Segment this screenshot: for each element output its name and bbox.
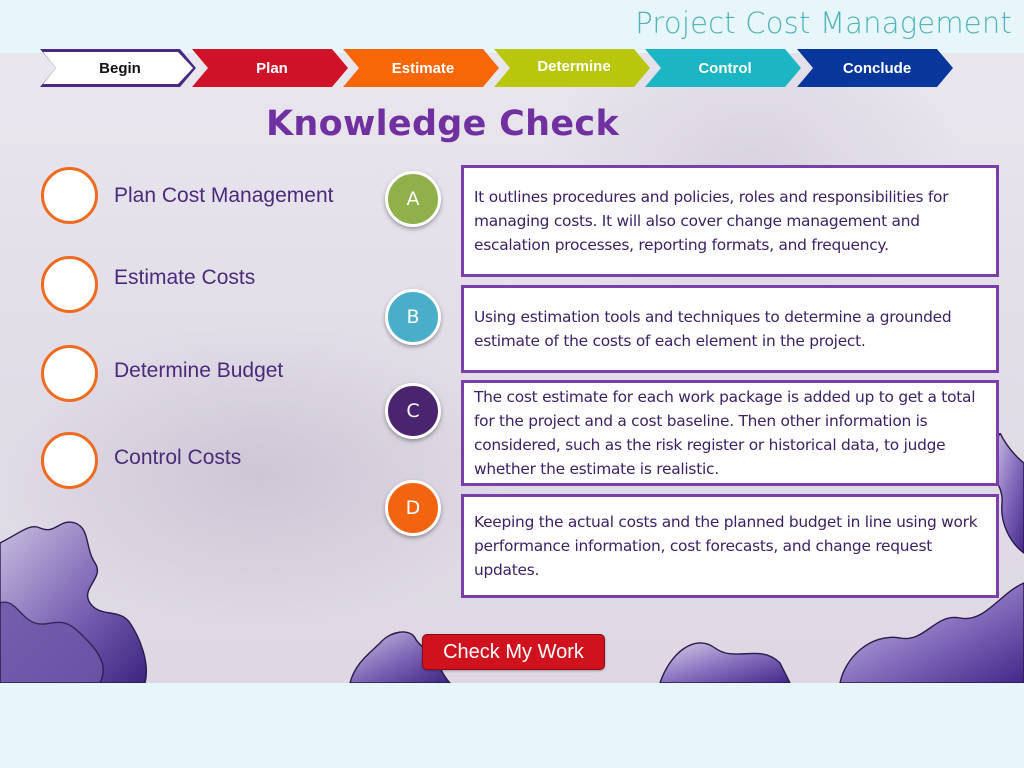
term-row: Estimate Costs [41, 256, 255, 313]
drop-target-circle[interactable] [41, 167, 98, 224]
nav-step-control[interactable]: Control [645, 49, 801, 87]
definition-text: The cost estimate for each work package … [474, 388, 976, 478]
drop-target-circle[interactable] [41, 432, 98, 489]
puzzle-decoration-left-icon [0, 521, 147, 683]
definition-text: It outlines procedures and policies, rol… [474, 188, 949, 254]
nav-step-conclude[interactable]: Conclude [797, 49, 953, 87]
nav-step-label: Begin [99, 59, 141, 77]
term-label: Control Costs [114, 445, 242, 469]
term-label: Determine Budget [114, 358, 284, 382]
term-label: Plan Cost Management [114, 183, 334, 207]
nav-step-determine[interactable]: Determine [494, 49, 650, 87]
term-row: Plan Cost Management [41, 167, 333, 224]
definition-box-c: The cost estimate for each work package … [461, 380, 999, 486]
nav-step-begin[interactable]: Begin [40, 49, 196, 87]
nav-step-estimate[interactable]: Estimate [343, 49, 499, 87]
nav-step-label: Estimate [391, 59, 455, 77]
drop-target-circle[interactable] [41, 345, 98, 402]
answer-badge-c[interactable]: C [385, 383, 441, 439]
nav-step-plan[interactable]: Plan [192, 49, 348, 87]
definition-box-a: It outlines procedures and policies, rol… [461, 165, 999, 277]
term-row: Determine Budget [41, 345, 283, 402]
nav-step-label: Conclude [842, 59, 912, 77]
process-navigation: Begin Plan Estimate Determine Control Co… [40, 49, 960, 87]
answer-badge-d[interactable]: D [385, 480, 441, 536]
nav-step-label: Control [698, 59, 752, 77]
drop-target-circle[interactable] [41, 256, 98, 313]
nav-step-label: Plan [256, 59, 288, 77]
answer-badge-b[interactable]: B [385, 289, 441, 345]
term-row: Control Costs [41, 432, 241, 489]
term-label: Estimate Costs [114, 265, 256, 289]
answer-badge-a[interactable]: A [385, 171, 441, 227]
definition-box-b: Using estimation tools and techniques to… [461, 285, 999, 373]
definition-text: Using estimation tools and techniques to… [474, 308, 952, 350]
presentation-title: Project Cost Management [635, 6, 1012, 40]
page-heading: Knowledge Check [266, 104, 620, 144]
check-my-work-button[interactable]: Check My Work [422, 634, 605, 670]
definition-box-d: Keeping the actual costs and the planned… [461, 494, 999, 598]
nav-step-label: Determine [537, 57, 611, 75]
definition-text: Keeping the actual costs and the planned… [474, 513, 978, 579]
